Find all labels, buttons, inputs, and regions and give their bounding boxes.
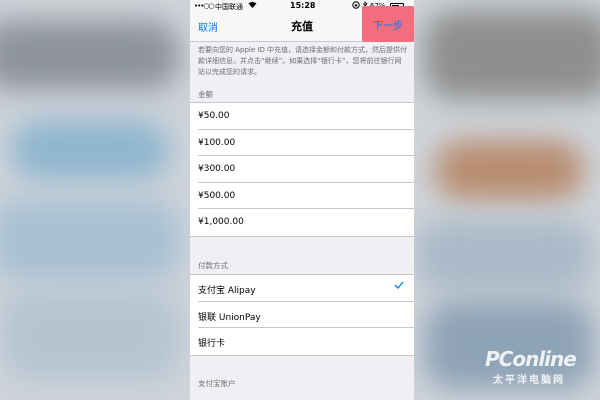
payment-option-alipay[interactable]: 支付宝 Alipay xyxy=(190,275,414,302)
watermark-main-text: PConline xyxy=(485,347,577,371)
amount-label: ¥50.00 xyxy=(198,111,230,121)
payment-section-label: 付款方式 xyxy=(198,261,228,270)
amount-label: ¥300.00 xyxy=(198,164,236,174)
amount-label: ¥500.00 xyxy=(198,190,236,201)
amount-list: ¥50.00 ¥100.00 ¥300.00 ¥500.00 ¥1,000.00 xyxy=(190,102,414,237)
phone-screen: •••○○ 中国联通 15:28 67% 取消 充值 下一步 若要向您的 App… xyxy=(190,0,414,400)
amount-option[interactable]: ¥100.00 xyxy=(190,130,414,156)
amount-section-label: 金额 xyxy=(198,90,213,99)
payment-option-unionpay[interactable]: 银联 UnionPay xyxy=(190,302,414,328)
alipay-account-section-label: 支付宝账户 xyxy=(198,379,236,388)
amount-option[interactable]: ¥300.00 xyxy=(190,156,414,183)
amount-label: ¥100.00 xyxy=(198,137,236,148)
signal-strength: •••○○ xyxy=(194,2,215,10)
checkmark-icon xyxy=(394,281,404,292)
clock-time: 15:28 xyxy=(290,1,316,10)
carrier-name: 中国联通 xyxy=(215,3,243,11)
blurred-background-right xyxy=(414,0,600,400)
payment-label: 银行卡 xyxy=(198,339,226,349)
blurred-background-left xyxy=(0,0,190,400)
next-button-highlight: 下一步 xyxy=(362,6,414,42)
watermark-sub-text: 太平洋电脑网 xyxy=(493,375,565,386)
pconline-watermark-logo: PConline 太平洋电脑网 xyxy=(485,347,600,397)
wifi-icon xyxy=(248,1,257,11)
amount-option[interactable]: ¥500.00 xyxy=(190,183,414,209)
amount-option[interactable]: ¥1,000.00 xyxy=(190,209,414,236)
payment-method-list: 支付宝 Alipay 银联 UnionPay 银行卡 xyxy=(190,274,414,356)
amount-label: ¥1,000.00 xyxy=(198,217,244,227)
payment-label: 支付宝 Alipay xyxy=(198,286,256,296)
next-button[interactable]: 下一步 xyxy=(362,17,414,32)
amount-option[interactable]: ¥50.00 xyxy=(190,103,414,130)
info-text: 若要向您的 Apple ID 中充值，请选择金额和付款方式，然后提供付款详细信息… xyxy=(198,46,408,76)
lock-rotation-icon xyxy=(352,1,360,11)
payment-label: 银联 UnionPay xyxy=(198,312,261,323)
payment-option-bank-card[interactable]: 银行卡 xyxy=(190,328,414,355)
